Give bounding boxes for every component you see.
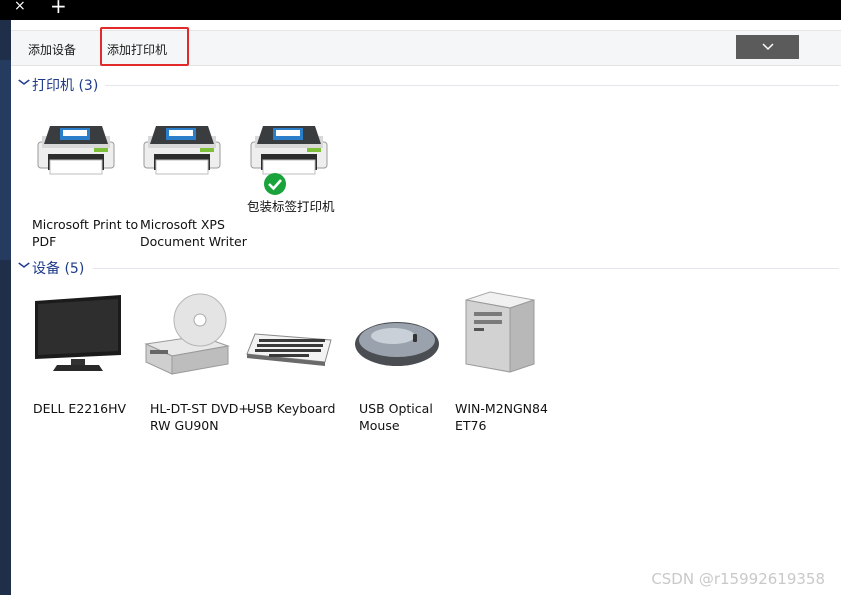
chevron-down-icon: [761, 43, 774, 51]
printer-icon: [37, 126, 115, 175]
mouse-icon: [355, 322, 439, 366]
watermark: CSDN @r15992619358: [651, 570, 825, 588]
device-item-keyboard[interactable]: USB Keyboard: [245, 290, 345, 416]
collapse-chevron-icon[interactable]: [18, 259, 31, 272]
printers-group-title: 打印机 (3): [32, 78, 99, 94]
printers-group-header[interactable]: 打印机 (3): [18, 75, 839, 95]
device-label: Microsoft Print to PDF: [32, 217, 139, 249]
device-label: USB Keyboard: [247, 401, 336, 416]
desktop-edge: [0, 20, 11, 595]
dvd-drive-icon: [144, 293, 230, 375]
devices-group-header[interactable]: 设备 (5): [18, 258, 839, 278]
device-item-computer[interactable]: WIN-M2NGN84 ET76: [455, 290, 556, 433]
printer-icon: [143, 126, 221, 175]
device-label: WIN-M2NGN84 ET76: [455, 401, 548, 433]
devices-and-printers-window: 添加设备 添加打印机 打印机 (3) Microsoft Print to PD…: [11, 20, 841, 595]
keyboard-icon: [246, 333, 332, 366]
view-options-dropdown[interactable]: [736, 35, 799, 59]
device-item-monitor[interactable]: DELL E2216HV: [33, 290, 133, 416]
default-printer-check-icon: [264, 173, 286, 195]
devices-group-title: 设备 (5): [32, 261, 85, 277]
device-label: HL-DT-ST DVD+-RW GU90N: [150, 401, 254, 433]
device-label: Microsoft XPS Document Writer: [140, 217, 247, 249]
device-label: USB Optical Mouse: [359, 401, 433, 433]
device-item-mouse[interactable]: USB Optical Mouse: [353, 290, 453, 433]
device-label: 包装标签打印机: [247, 199, 335, 214]
computer-tower-icon: [465, 291, 535, 373]
device-item-dvd[interactable]: HL-DT-ST DVD+-RW GU90N: [142, 290, 253, 450]
device-label: DELL E2216HV: [33, 401, 127, 416]
printer-icon: [250, 126, 328, 175]
close-tab-icon[interactable]: ×: [14, 0, 26, 14]
printer-item-label-printer[interactable]: 包装标签打印机: [247, 120, 347, 240]
red-highlight-box: [100, 27, 189, 66]
monitor-icon: [35, 295, 121, 371]
printer-item-xps[interactable]: Microsoft XPS Document Writer: [140, 120, 247, 260]
add-device-button[interactable]: 添加设备: [28, 41, 76, 58]
new-tab-icon[interactable]: +: [50, 0, 67, 18]
group-divider: [105, 85, 839, 86]
title-bar: × +: [0, 0, 841, 20]
printer-item-pdf[interactable]: Microsoft Print to PDF: [32, 120, 138, 260]
collapse-chevron-icon[interactable]: [18, 76, 31, 89]
group-divider: [93, 268, 839, 269]
